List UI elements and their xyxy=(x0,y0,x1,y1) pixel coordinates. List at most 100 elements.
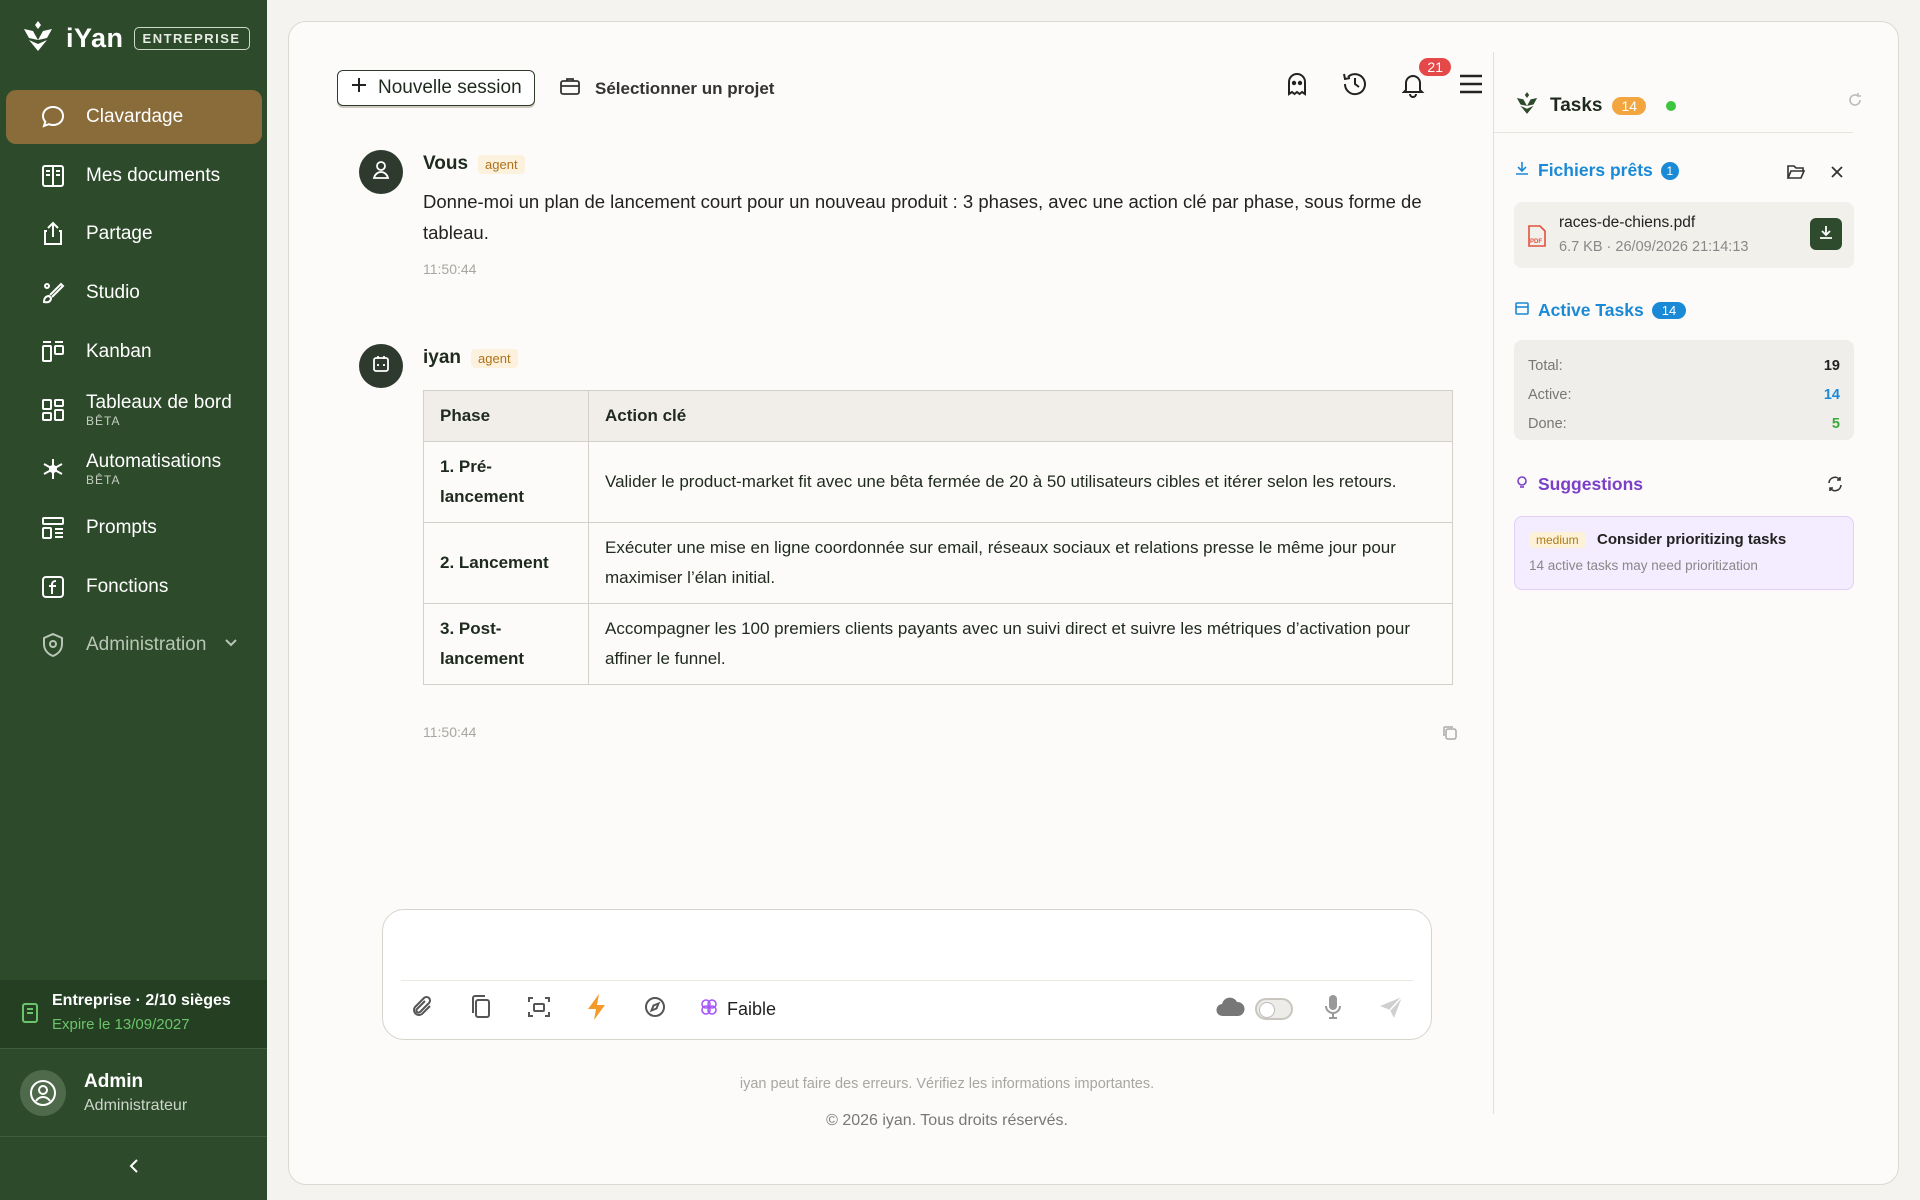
sidebar: iYan ENTREPRISE Clavardage Mes documents… xyxy=(0,0,267,1200)
composer-tools: Faible xyxy=(405,991,776,1027)
nav-label: Prompts xyxy=(86,516,157,538)
copy-icon[interactable] xyxy=(1441,724,1459,747)
task-stats: Total: 19 Active: 14 Done: 5 xyxy=(1514,340,1854,440)
table-cell-phase: 3. Post-lancement xyxy=(423,603,589,685)
suggestion-card[interactable]: medium Consider prioritizing tasks 14 ac… xyxy=(1514,516,1854,590)
nav-item-clavardage[interactable]: Clavardage xyxy=(6,90,262,144)
user-profile[interactable]: Admin Administrateur xyxy=(0,1048,267,1136)
beta-label: BÊTA xyxy=(86,472,121,487)
quick-action-button[interactable] xyxy=(579,991,615,1027)
download-button[interactable] xyxy=(1810,218,1842,250)
nav-item-automations[interactable]: Automatisations BÊTA xyxy=(6,442,262,496)
paperclip-icon xyxy=(409,993,437,1026)
shield-icon xyxy=(38,630,68,660)
main-nav: Clavardage Mes documents Partage Studio … xyxy=(6,90,262,677)
pdf-file-label: PDF xyxy=(1530,239,1542,245)
table-header-row: Phase Action clé xyxy=(423,390,1453,442)
priority-badge: medium xyxy=(1529,532,1586,548)
send-button[interactable] xyxy=(1373,991,1409,1027)
files-ready-header: Fichiers prêts 1 xyxy=(1514,160,1679,181)
close-icon[interactable] xyxy=(1829,164,1845,185)
automation-icon xyxy=(38,454,68,484)
documents-button[interactable] xyxy=(463,991,499,1027)
active-tasks-header: Active Tasks 14 xyxy=(1514,300,1687,321)
refresh-icon[interactable] xyxy=(1847,92,1863,113)
suggestions-title: Suggestions xyxy=(1538,474,1644,494)
message-composer[interactable]: Faible xyxy=(382,909,1432,1040)
nav-item-prompts[interactable]: Prompts xyxy=(6,501,262,555)
nav-label: Fonctions xyxy=(86,575,169,597)
copy-docs-icon xyxy=(468,993,494,1026)
attach-button[interactable] xyxy=(405,991,441,1027)
nav-label: Administration xyxy=(86,634,207,656)
ghost-icon xyxy=(1283,70,1311,103)
files-count-badge: 1 xyxy=(1660,161,1679,180)
microphone-icon xyxy=(1321,992,1345,1027)
status-dot xyxy=(1666,101,1677,111)
license-title: Entreprise · 2/10 sièges xyxy=(52,992,231,1009)
brain-icon xyxy=(699,997,719,1022)
nav-label: Tableaux de bord xyxy=(86,392,232,414)
user-message: Vous agent Donne-moi un plan de lancemen… xyxy=(359,150,1469,280)
cloud-icon xyxy=(1215,996,1245,1023)
table-header: Phase xyxy=(423,390,589,442)
explore-button[interactable] xyxy=(637,991,673,1027)
chat-bubble-icon xyxy=(38,102,68,132)
nav-item-administration[interactable]: Administration xyxy=(6,618,262,672)
top-icons: 21 xyxy=(1281,58,1487,102)
table-cell-phase: 2. Lancement xyxy=(423,522,589,604)
nav-label: Studio xyxy=(86,282,140,304)
prompts-icon xyxy=(38,513,68,543)
history-button[interactable] xyxy=(1339,70,1371,102)
screenshot-button[interactable] xyxy=(521,991,557,1027)
project-selector[interactable]: Sélectionner un projet xyxy=(559,76,774,101)
logo-icon xyxy=(20,18,56,59)
nav-item-fonctions[interactable]: Fonctions xyxy=(6,560,262,614)
nav-item-dashboards[interactable]: Tableaux de bord BÊTA xyxy=(6,383,262,437)
table-cell-phase: 1. Pré-lancement xyxy=(423,441,589,523)
person-icon xyxy=(370,159,392,186)
cloud-toggle[interactable] xyxy=(1215,996,1293,1023)
nav-label: Clavardage xyxy=(86,106,184,127)
new-session-label: Nouvelle session xyxy=(378,77,522,98)
download-icon xyxy=(1818,224,1834,245)
toggle-switch[interactable] xyxy=(1255,998,1293,1020)
nav-label: Partage xyxy=(86,223,153,245)
folder-open-icon[interactable] xyxy=(1786,163,1806,186)
footer-copyright: © 2026 iyan. Tous droits réservés. xyxy=(826,1112,1068,1129)
brand[interactable]: iYan ENTREPRISE xyxy=(20,18,250,59)
hamburger-menu-icon xyxy=(1457,72,1485,101)
nav-item-studio[interactable]: Studio xyxy=(6,266,262,320)
agent-tag: agent xyxy=(478,154,525,174)
agent-tag: agent xyxy=(471,348,518,368)
collapse-sidebar-button[interactable] xyxy=(0,1136,267,1200)
stat-total: Total: 19 xyxy=(1528,352,1840,381)
mode-label: Faible xyxy=(727,998,777,1019)
notifications-button[interactable]: 21 xyxy=(1397,58,1451,102)
project-label: Sélectionner un projet xyxy=(595,78,775,98)
menu-button[interactable] xyxy=(1455,70,1487,102)
ghost-mode-button[interactable] xyxy=(1281,70,1313,102)
calendar-icon xyxy=(1514,300,1530,321)
nav-item-kanban[interactable]: Kanban xyxy=(6,325,262,379)
message-author: iyan xyxy=(423,347,462,368)
history-icon xyxy=(1340,69,1370,104)
pdf-file-icon: PDF xyxy=(1527,224,1547,253)
stat-done: Done: 5 xyxy=(1528,410,1840,439)
table-header: Action clé xyxy=(588,390,1453,442)
compass-icon xyxy=(642,994,668,1025)
chevron-left-icon xyxy=(127,1157,141,1180)
reasoning-mode-selector[interactable]: Faible xyxy=(699,997,776,1022)
license-icon xyxy=(20,1002,40,1048)
voice-input-button[interactable] xyxy=(1315,991,1351,1027)
nav-item-partage[interactable]: Partage xyxy=(6,207,262,261)
edition-badge: ENTREPRISE xyxy=(133,27,250,50)
user-avatar xyxy=(359,150,403,194)
license-expiry: Expire le 13/09/2027 xyxy=(52,1016,190,1033)
suggestion-subtitle: 14 active tasks may need prioritization xyxy=(1529,558,1758,573)
file-card[interactable]: PDF races-de-chiens.pdf 6.7 KB · 26/09/2… xyxy=(1514,202,1854,268)
refresh-suggestions-icon[interactable] xyxy=(1826,475,1844,498)
nav-item-documents[interactable]: Mes documents xyxy=(6,149,262,203)
new-session-button[interactable]: Nouvelle session xyxy=(337,70,535,106)
main-card: Nouvelle session Sélectionner un projet … xyxy=(288,21,1899,1185)
